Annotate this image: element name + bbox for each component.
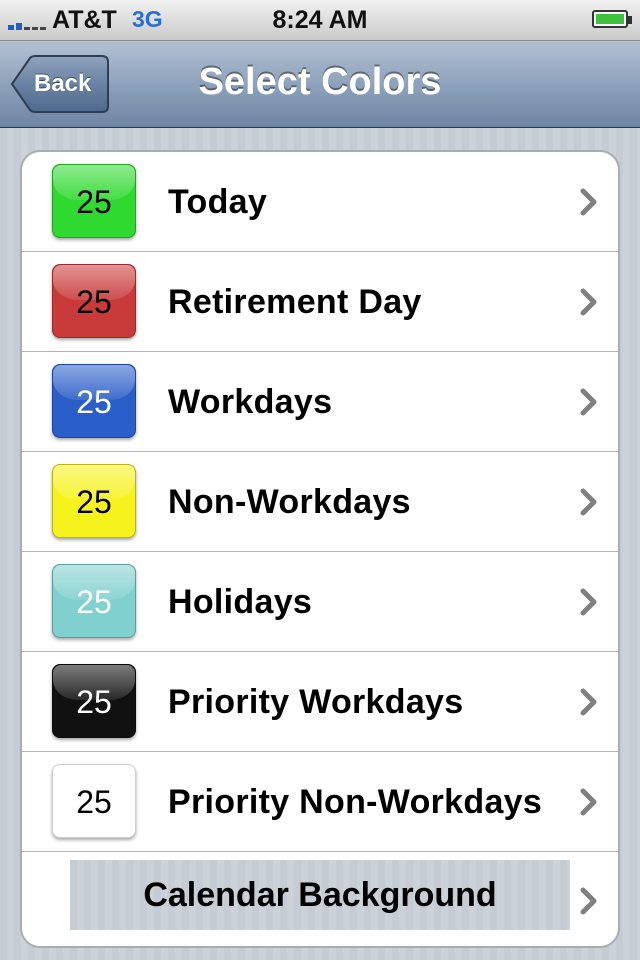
back-button-label: Back — [34, 70, 92, 97]
list-item-calendar-background[interactable]: Calendar Background — [22, 852, 618, 946]
color-swatch: 25 — [52, 364, 136, 438]
chevron-right-icon — [580, 788, 597, 816]
list-item-workdays[interactable]: 25 Workdays — [22, 352, 618, 452]
color-swatch: 25 — [52, 164, 136, 238]
list-item-retirement-day[interactable]: 25 Retirement Day — [22, 252, 618, 352]
color-swatch: 25 — [52, 264, 136, 338]
list-item-label: Non-Workdays — [168, 483, 411, 521]
back-button[interactable]: Back — [10, 55, 110, 113]
list-item-today[interactable]: 25 Today — [22, 152, 618, 252]
chevron-right-icon — [580, 188, 597, 216]
chevron-right-icon — [580, 588, 597, 616]
chevron-right-icon — [580, 887, 597, 915]
color-swatch: 25 — [52, 564, 136, 638]
chevron-right-icon — [580, 288, 597, 316]
status-time: 8:24 AM — [272, 6, 368, 34]
status-bar: AT&T 3G 8:24 AM — [0, 0, 640, 41]
list-item-priority-non-workdays[interactable]: 25 Priority Non-Workdays — [22, 752, 618, 852]
chevron-right-icon — [580, 688, 597, 716]
list-item-priority-workdays[interactable]: 25 Priority Workdays — [22, 652, 618, 752]
chevron-right-icon — [580, 488, 597, 516]
color-swatch: 25 — [52, 664, 136, 738]
list-item-holidays[interactable]: 25 Holidays — [22, 552, 618, 652]
battery-charging-icon — [592, 10, 632, 28]
chevron-right-icon — [580, 388, 597, 416]
navigation-bar: Select Colors Back — [0, 41, 640, 128]
list-item-label: Workdays — [168, 383, 333, 421]
list-item-label: Retirement Day — [168, 283, 422, 321]
color-swatch: 25 — [52, 464, 136, 538]
color-swatch: 25 — [52, 764, 136, 838]
calendar-background-button[interactable]: Calendar Background — [70, 860, 570, 930]
color-settings-list: 25 Today 25 Retirement Day 25 Workdays 2… — [20, 150, 620, 948]
list-item-non-workdays[interactable]: 25 Non-Workdays — [22, 452, 618, 552]
list-item-label: Priority Non-Workdays — [168, 783, 543, 821]
list-item-label: Priority Workdays — [168, 683, 464, 721]
list-item-label: Today — [168, 183, 268, 221]
list-item-label: Holidays — [168, 583, 313, 621]
